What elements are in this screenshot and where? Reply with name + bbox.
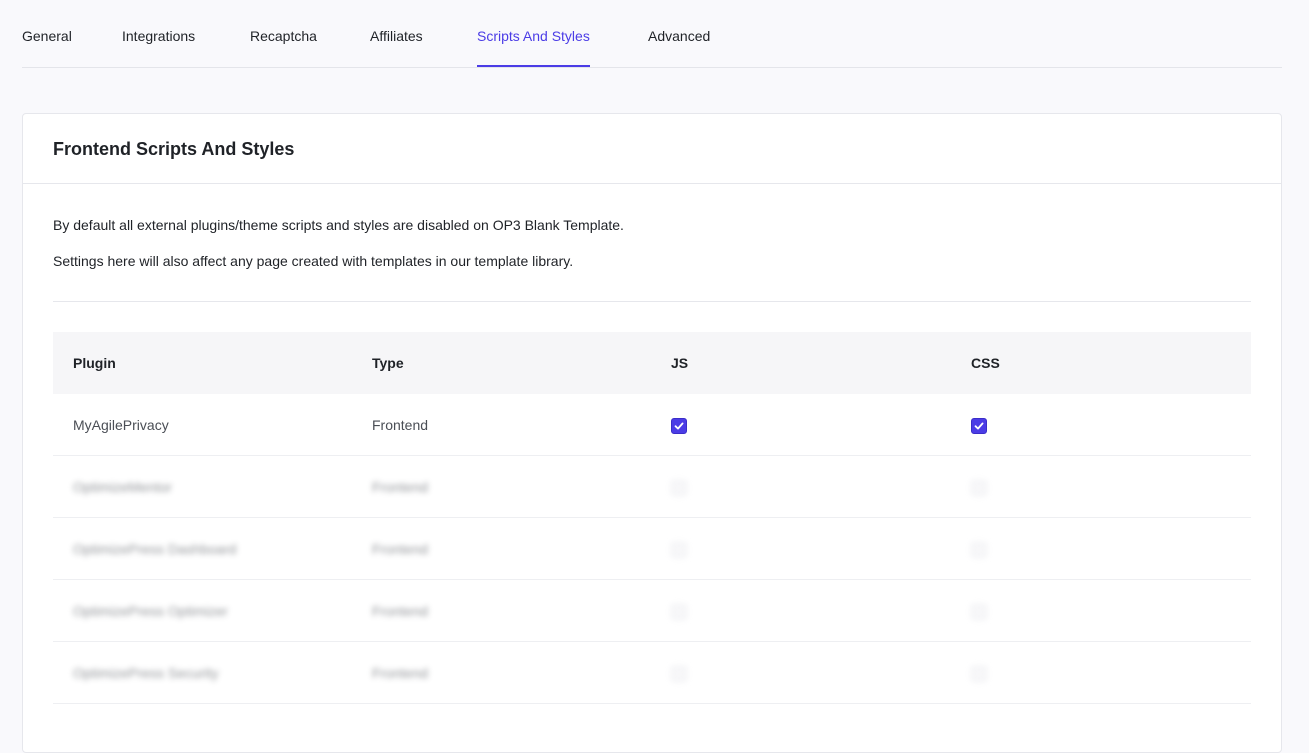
frontend-scripts-card: Frontend Scripts And Styles By default a… xyxy=(22,113,1282,753)
plugin-name: OptimizeMentor xyxy=(73,479,172,495)
description-default-disabled: By default all external plugins/theme sc… xyxy=(53,217,624,233)
css-checkbox[interactable] xyxy=(971,604,987,620)
tab-integrations[interactable]: Integrations xyxy=(122,28,195,67)
table-row: MyAgilePrivacy Frontend xyxy=(53,394,1251,456)
plugin-type: Frontend xyxy=(372,417,429,433)
description-template-library: Settings here will also affect any page … xyxy=(53,253,574,269)
js-checkbox[interactable] xyxy=(671,542,687,558)
header-css: CSS xyxy=(971,355,1000,371)
card-title: Frontend Scripts And Styles xyxy=(53,139,295,159)
table-row: OptimizePress Dashboard Frontend xyxy=(53,518,1251,580)
tab-affiliates[interactable]: Affiliates xyxy=(370,28,423,67)
plugin-type: Frontend xyxy=(372,541,429,557)
tab-advanced[interactable]: Advanced xyxy=(648,28,710,67)
plugin-name: MyAgilePrivacy xyxy=(73,417,169,433)
css-checkbox[interactable] xyxy=(971,666,987,682)
divider xyxy=(53,301,1251,302)
plugins-table: Plugin Type JS CSS MyAgilePrivacy Fronten… xyxy=(53,332,1251,704)
js-checkbox[interactable] xyxy=(671,604,687,620)
table-row: OptimizeMentor Frontend xyxy=(53,456,1251,518)
plugin-type: Frontend xyxy=(372,665,429,681)
plugin-name: OptimizePress Optimizer xyxy=(73,603,228,619)
css-checkbox[interactable] xyxy=(971,480,987,496)
table-header: Plugin Type JS CSS xyxy=(53,332,1251,394)
plugin-type: Frontend xyxy=(372,479,429,495)
plugin-name: OptimizePress Security xyxy=(73,665,219,681)
check-icon xyxy=(674,422,684,430)
card-header: Frontend Scripts And Styles xyxy=(23,114,1281,184)
tab-scripts-and-styles[interactable]: Scripts And Styles xyxy=(477,28,590,67)
tab-general[interactable]: General xyxy=(22,28,72,67)
header-plugin: Plugin xyxy=(73,355,116,371)
table-row: OptimizePress Optimizer Frontend xyxy=(53,580,1251,642)
settings-tabs: General Integrations Recaptcha Affiliate… xyxy=(22,0,1282,68)
js-checkbox[interactable] xyxy=(671,666,687,682)
table-row: OptimizePress Security Frontend xyxy=(53,642,1251,704)
js-checkbox[interactable] xyxy=(671,480,687,496)
header-type: Type xyxy=(372,355,404,371)
tab-recaptcha[interactable]: Recaptcha xyxy=(250,28,317,67)
header-js: JS xyxy=(671,355,689,371)
css-checkbox[interactable] xyxy=(971,418,987,434)
plugin-name: OptimizePress Dashboard xyxy=(73,541,237,557)
js-checkbox[interactable] xyxy=(671,418,687,434)
plugin-type: Frontend xyxy=(372,603,429,619)
css-checkbox[interactable] xyxy=(971,542,987,558)
table-body: MyAgilePrivacy Frontend OptimizeMentor Fron… xyxy=(53,394,1251,704)
check-icon xyxy=(974,422,984,430)
